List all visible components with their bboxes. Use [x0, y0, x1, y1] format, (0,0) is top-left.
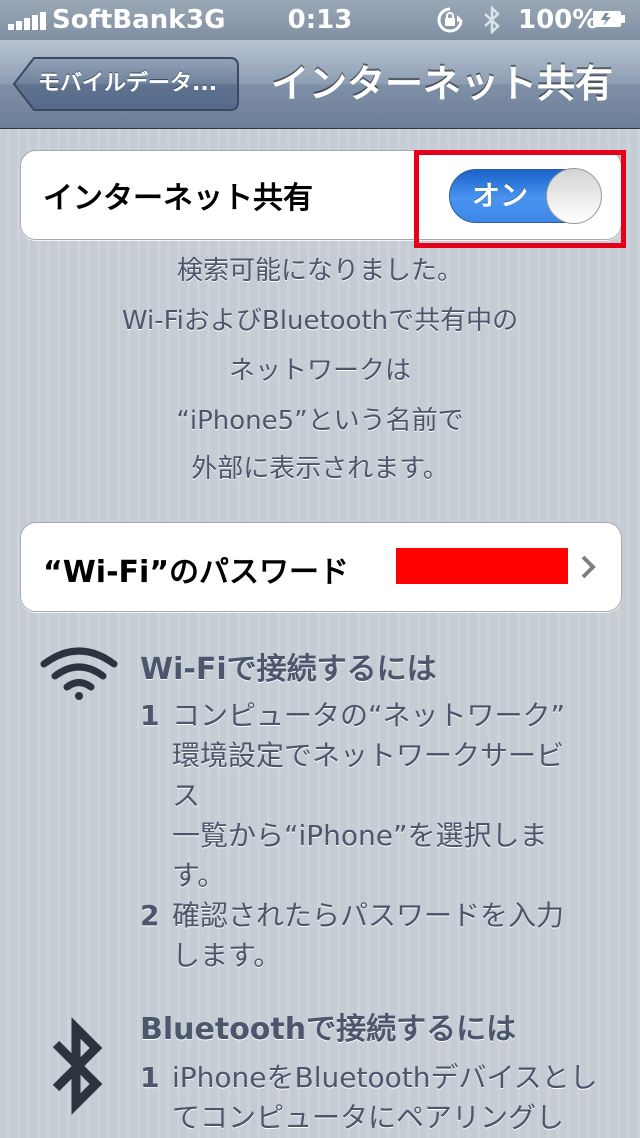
bluetooth-icon [52, 1017, 103, 1115]
navigation-bar: モバイルデータ... インターネット共有 [0, 40, 640, 129]
info-line: ネットワークは [228, 356, 411, 386]
step-number: 1 [140, 1061, 160, 1094]
step-number: 2 [140, 899, 160, 932]
step-line: す。 [172, 859, 226, 892]
step-line: てコンピュータにペアリングし [172, 1101, 565, 1134]
rotation-lock-icon [437, 7, 463, 33]
bluetooth-status-icon [484, 6, 500, 34]
info-line: Wi-FiおよびBluetoothで共有中の [121, 306, 519, 336]
page-title: インターネット共有 [270, 62, 613, 106]
status-bar: SoftBank 3G 0:13 100% [0, 0, 640, 40]
highlight-box [414, 150, 626, 248]
step-line: ス [172, 779, 201, 812]
battery-icon [593, 11, 625, 27]
back-button-label: モバイルデータ... [38, 71, 218, 96]
step-line: 環境設定でネットワークサービ [172, 739, 565, 772]
info-line: 外部に表示されます。 [191, 454, 449, 484]
info-line: 検索可能になりました。 [176, 256, 463, 286]
info-line: “iPhone5”という名前で [176, 406, 464, 436]
bluetooth-section-heading: Bluetoothで接続するには [140, 1012, 517, 1047]
back-button[interactable]: モバイルデータ... [12, 56, 240, 112]
wifi-icon [40, 647, 118, 700]
step-line: コンピュータの“ネットワーク” [172, 699, 566, 732]
chevron-right-icon [581, 555, 596, 579]
wifi-password-label: “Wi-Fi”のパスワード [43, 555, 350, 590]
step-line: します。 [172, 939, 282, 972]
wifi-section-heading: Wi-Fiで接続するには [140, 652, 437, 687]
sharing-label: インターネット共有 [43, 181, 313, 216]
password-redaction [396, 548, 568, 584]
step-line: iPhoneをBluetoothデバイスとし [172, 1061, 598, 1094]
step-number: 1 [140, 699, 160, 732]
step-line: 一覧から“iPhone”を選択しま [172, 819, 548, 852]
step-line: 確認されたらパスワードを入力 [172, 899, 565, 932]
battery-percent: 100% [518, 5, 599, 35]
